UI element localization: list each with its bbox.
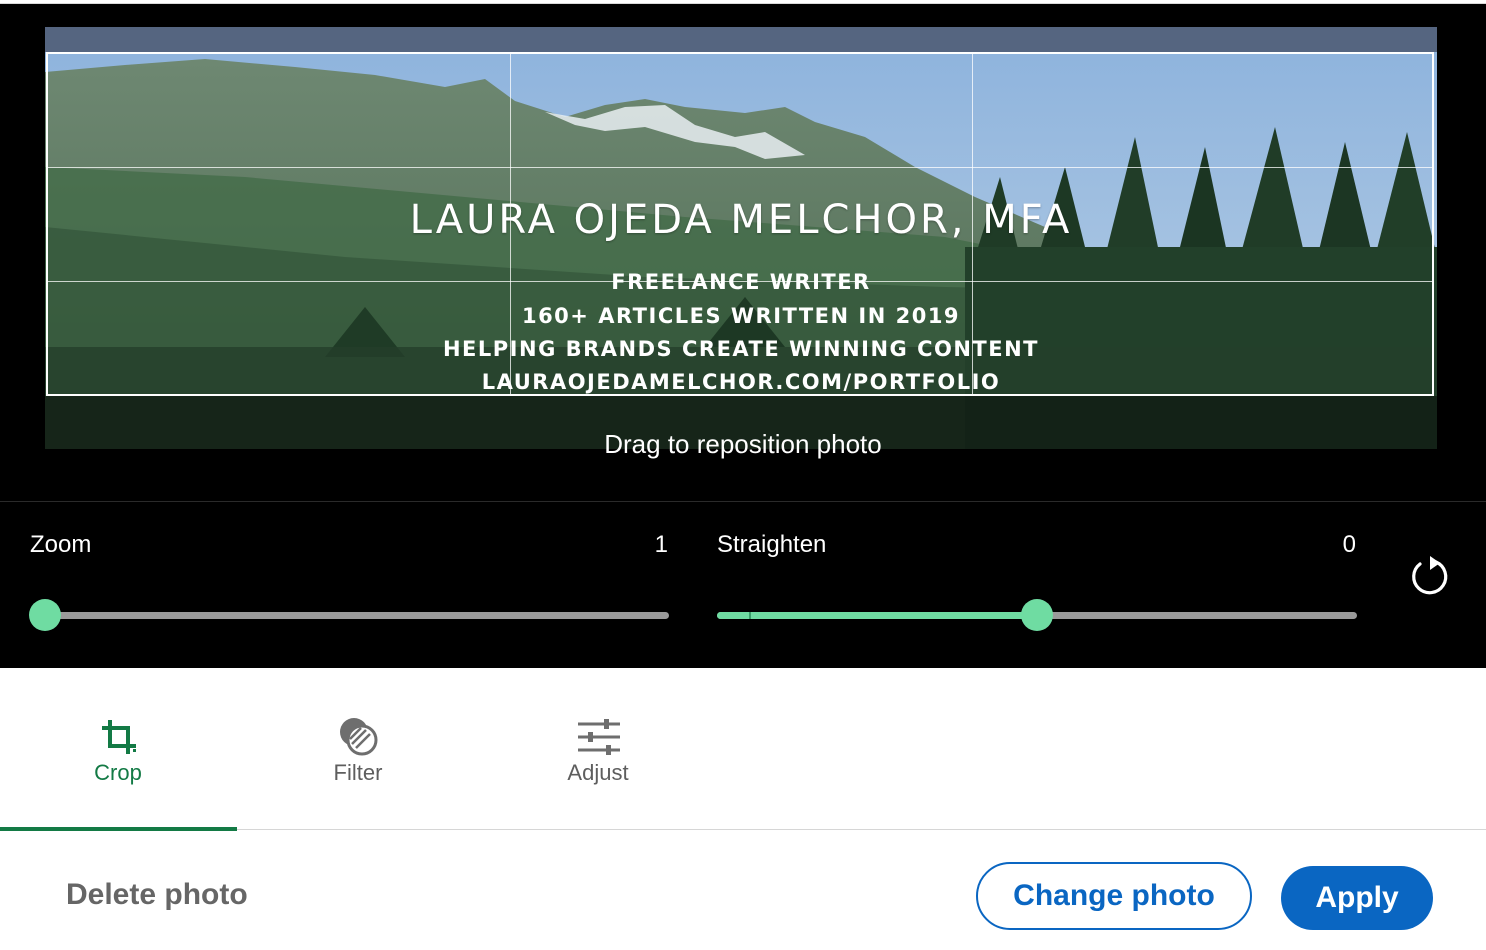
sliders-icon [578,719,620,755]
straighten-value: 0 [1342,531,1356,558]
tab-filter-label: Filter [333,760,383,785]
crop-frame[interactable] [46,52,1434,396]
zoom-slider-handle[interactable] [29,599,61,631]
straighten-center-tick [749,612,751,619]
straighten-label: Straighten [717,531,827,558]
crop-grid-line [510,54,511,394]
tab-adjust[interactable]: Adjust [480,668,716,830]
delete-photo-button[interactable]: Delete photo [66,878,248,912]
photo-editor-panel: LAURA OJEDA MELCHOR, MFA FREELANCE WRITE… [0,4,1486,668]
photo-top-mask [45,27,1437,52]
active-tab-indicator [0,827,237,831]
change-photo-button[interactable]: Change photo [976,862,1252,930]
rotate-clockwise-icon [1412,556,1448,595]
zoom-label: Zoom [30,531,92,558]
tab-filter[interactable]: Filter [240,668,476,830]
zoom-value: 1 [654,531,668,558]
background-photo[interactable]: LAURA OJEDA MELCHOR, MFA FREELANCE WRITE… [45,27,1437,449]
tab-crop-label: Crop [94,760,142,785]
tab-crop[interactable]: Crop [0,668,237,831]
crop-grid-line [48,167,1432,168]
tab-adjust-label: Adjust [567,760,629,785]
divider [0,501,1486,502]
crop-icon [102,720,136,754]
crop-grid-line [972,54,973,394]
rotate-button[interactable] [1406,552,1454,600]
apply-button[interactable]: Apply [1281,866,1433,930]
editor-tabs: Crop Filter Adjust [0,668,1486,831]
zoom-slider-track[interactable] [45,612,669,619]
straighten-slider-fill [717,612,1037,619]
filter-icon [340,718,378,756]
drag-hint-text: Drag to reposition photo [604,429,882,459]
straighten-slider-handle[interactable] [1021,599,1053,631]
crop-grid-line [48,281,1432,282]
